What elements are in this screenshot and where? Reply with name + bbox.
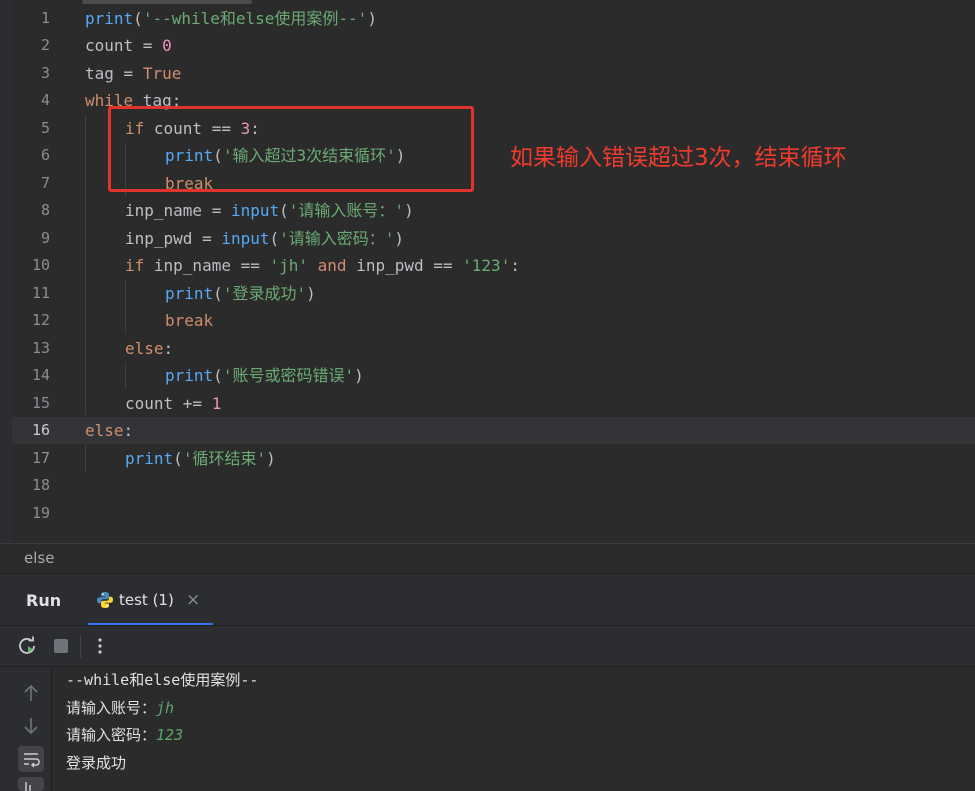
code-line[interactable]: 13 else: [12, 335, 975, 362]
line-number: 7 [40, 174, 50, 192]
python-icon [97, 592, 113, 608]
code-text: print('循环结束') [125, 449, 276, 468]
horizontal-scrollbar[interactable] [82, 0, 252, 4]
console-line: 请输入密码：123 [66, 726, 184, 744]
line-number: 19 [31, 504, 50, 522]
line-number: 9 [40, 229, 50, 247]
line-number: 14 [31, 366, 50, 384]
line-number: 18 [31, 476, 50, 494]
code-line[interactable]: 2 count = 0 [12, 32, 975, 59]
line-number: 6 [40, 146, 50, 164]
line-number: 17 [31, 449, 50, 467]
line-number: 11 [31, 284, 50, 302]
line-number: 10 [31, 256, 50, 274]
code-text: inp_pwd = input('请输入密码：') [125, 229, 405, 248]
code-text: count += 1 [125, 394, 222, 413]
console-line: --while和else使用案例-- [66, 671, 259, 689]
code-line[interactable]: 12 break [12, 307, 975, 334]
console-user-input: jh [156, 699, 175, 717]
scroll-down-icon[interactable] [18, 713, 44, 739]
code-line[interactable]: 14 print('账号或密码错误') [12, 362, 975, 389]
code-line[interactable]: 17 print('循环结束') [12, 445, 975, 472]
toolbar-divider [80, 636, 81, 658]
code-line[interactable]: 19 [12, 500, 975, 527]
code-text: tag = True [85, 64, 182, 83]
code-line[interactable]: 1 print('--while和else使用案例--') [12, 5, 975, 32]
run-toolbar [0, 625, 975, 667]
scroll-to-end-icon[interactable] [18, 777, 44, 791]
code-line[interactable]: 3 tag = True [12, 60, 975, 87]
console-side-toolbar [0, 667, 52, 791]
annotation-highlight-box [108, 106, 474, 192]
line-number: 13 [31, 339, 50, 357]
code-line-current[interactable]: 16 else: [12, 417, 975, 444]
console-output[interactable]: --while和else使用案例-- 请输入账号：jh 请输入密码：123 登录… [52, 667, 975, 791]
line-number: 12 [31, 311, 50, 329]
console-line: 请输入账号：jh [66, 699, 175, 717]
annotation-text: 如果输入错误超过3次，结束循环 [510, 145, 847, 171]
breadcrumb[interactable]: else [0, 543, 975, 573]
code-text: if inp_name == 'jh' and inp_pwd == '123'… [125, 256, 520, 275]
code-line[interactable]: 10 if inp_name == 'jh' and inp_pwd == '1… [12, 252, 975, 279]
code-line[interactable]: 8 inp_name = input('请输入账号：') [12, 197, 975, 224]
code-text: else: [125, 339, 174, 358]
code-text: print('账号或密码错误') [165, 366, 364, 385]
code-editor[interactable]: 1 print('--while和else使用案例--') 2 count = … [0, 0, 975, 543]
code-text: else: [85, 421, 134, 440]
more-icon[interactable] [89, 635, 111, 657]
code-line[interactable]: 9 inp_pwd = input('请输入密码：') [12, 225, 975, 252]
code-text: inp_name = input('请输入账号：') [125, 201, 414, 220]
code-line[interactable]: 11 print('登录成功') [12, 280, 975, 307]
code-text: count = 0 [85, 36, 172, 55]
stop-icon[interactable] [50, 635, 72, 657]
console-line: 登录成功 [66, 754, 127, 772]
scroll-up-icon[interactable] [18, 681, 44, 707]
line-number: 16 [31, 421, 50, 439]
code-line[interactable]: 15 count += 1 [12, 390, 975, 417]
close-icon[interactable]: × [186, 590, 200, 610]
line-number: 8 [40, 201, 50, 219]
rerun-icon[interactable] [16, 635, 38, 657]
line-number: 4 [40, 91, 50, 109]
line-number: 3 [40, 64, 50, 82]
code-text: break [165, 311, 214, 330]
line-number: 15 [31, 394, 50, 412]
line-number: 5 [40, 119, 50, 137]
breadcrumb-item[interactable]: else [24, 549, 54, 567]
run-tool-window-header: Run test (1) × [0, 573, 975, 626]
code-text: print('--while和else使用案例--') [85, 9, 377, 28]
run-tab-test[interactable]: test (1) × [88, 574, 213, 626]
soft-wrap-icon[interactable] [18, 746, 44, 772]
code-line[interactable]: 18 [12, 472, 975, 499]
code-text: print('登录成功') [165, 284, 316, 303]
console-user-input: 123 [156, 726, 184, 744]
line-number: 1 [40, 9, 50, 27]
run-tab-label: test (1) [119, 591, 174, 609]
run-panel-title: Run [26, 591, 62, 610]
editor-left-strip [0, 0, 12, 543]
line-number: 2 [40, 36, 50, 54]
